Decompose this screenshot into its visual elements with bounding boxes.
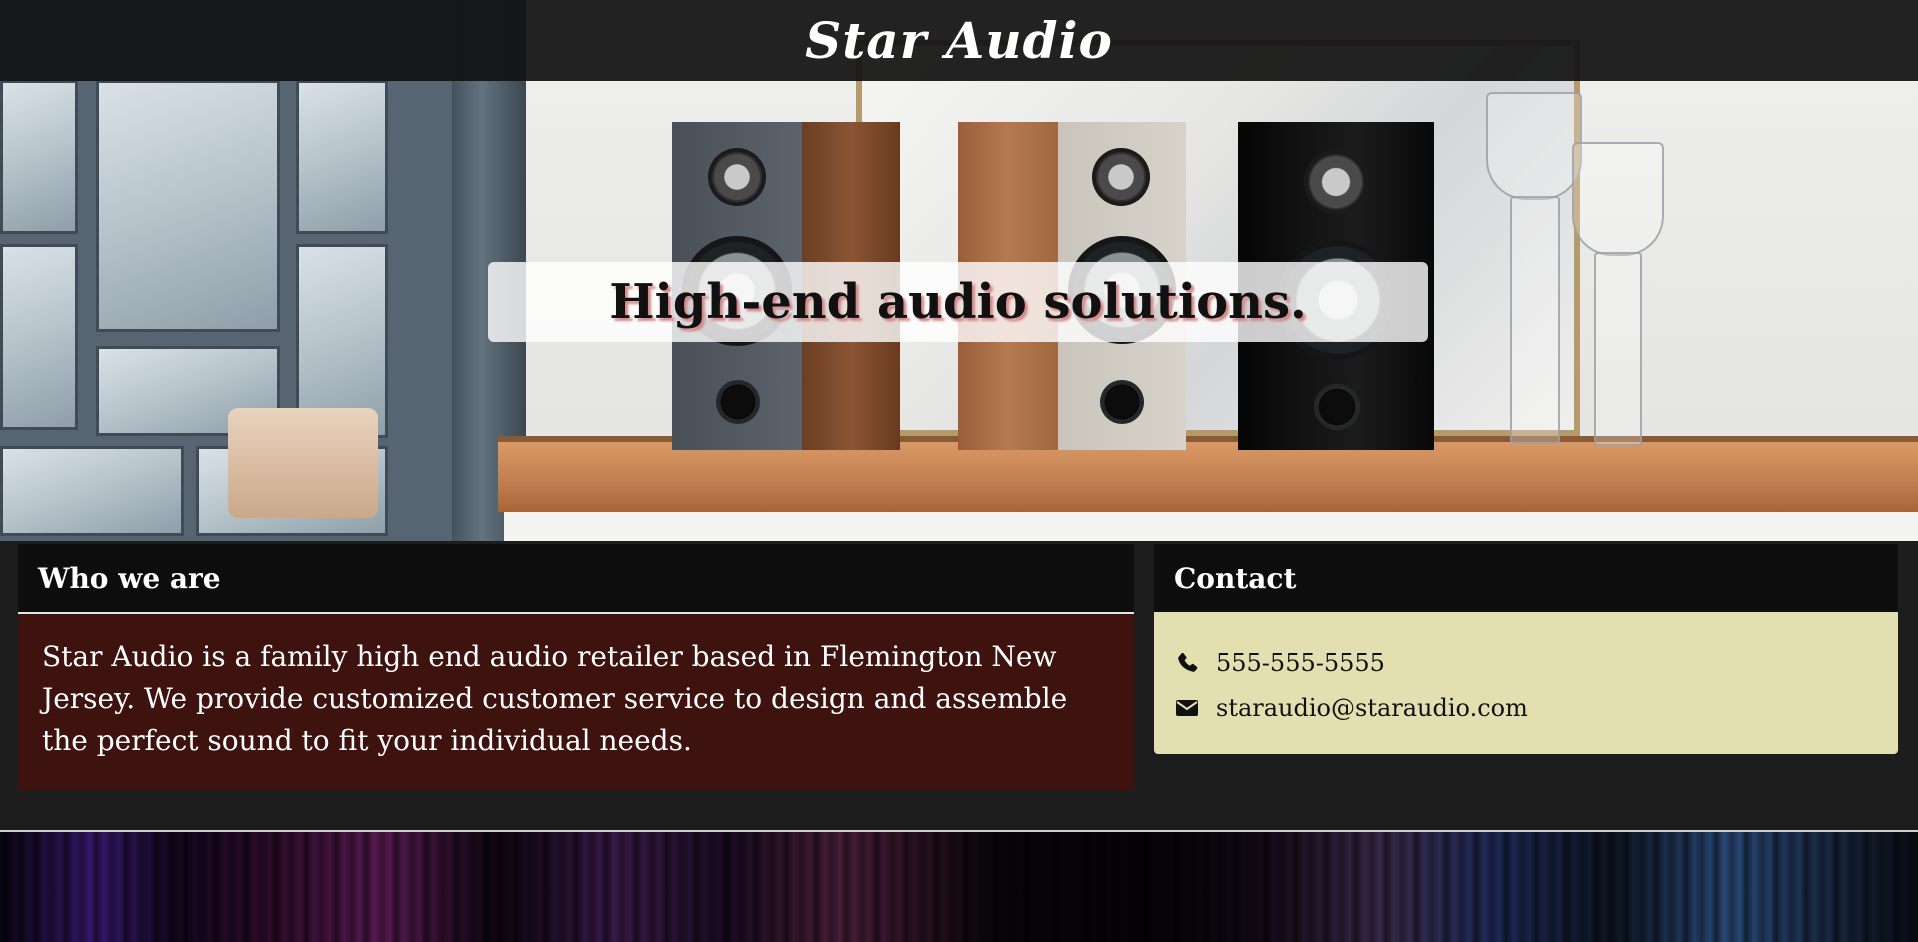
site-header: Star Audio xyxy=(0,0,1918,81)
about-text: Star Audio is a family high end audio re… xyxy=(18,614,1134,790)
wooden-shelf xyxy=(498,442,1918,512)
glass-vase xyxy=(1594,252,1642,446)
phone-icon xyxy=(1174,650,1200,676)
sofa xyxy=(228,408,378,518)
contact-card: Contact 555-555-5555 staraudio@staraudio… xyxy=(1154,544,1898,754)
about-heading: Who we are xyxy=(18,544,1134,614)
envelope-icon xyxy=(1174,695,1200,721)
page: High-end audio solutions. Star Audio Who… xyxy=(0,0,1918,942)
footer-light-strip xyxy=(0,832,1918,942)
glass-door xyxy=(0,0,526,541)
hero-banner: High-end audio solutions. xyxy=(0,0,1918,541)
hero-tagline: High-end audio solutions. xyxy=(609,274,1307,330)
about-card: Who we are Star Audio is a family high e… xyxy=(18,544,1134,790)
contact-list: 555-555-5555 staraudio@staraudio.com xyxy=(1154,612,1898,754)
contact-phone[interactable]: 555-555-5555 xyxy=(1174,640,1878,685)
phone-number: 555-555-5555 xyxy=(1216,648,1385,677)
site-title[interactable]: Star Audio xyxy=(805,11,1113,70)
glass-vase xyxy=(1486,92,1582,200)
tagline-banner: High-end audio solutions. xyxy=(488,262,1428,342)
contact-heading: Contact xyxy=(1154,544,1898,612)
email-address: staraudio@staraudio.com xyxy=(1216,693,1528,722)
contact-email[interactable]: staraudio@staraudio.com xyxy=(1174,685,1878,730)
glass-vase xyxy=(1510,196,1560,444)
glass-vase xyxy=(1572,142,1664,256)
cabinet xyxy=(504,512,1918,541)
